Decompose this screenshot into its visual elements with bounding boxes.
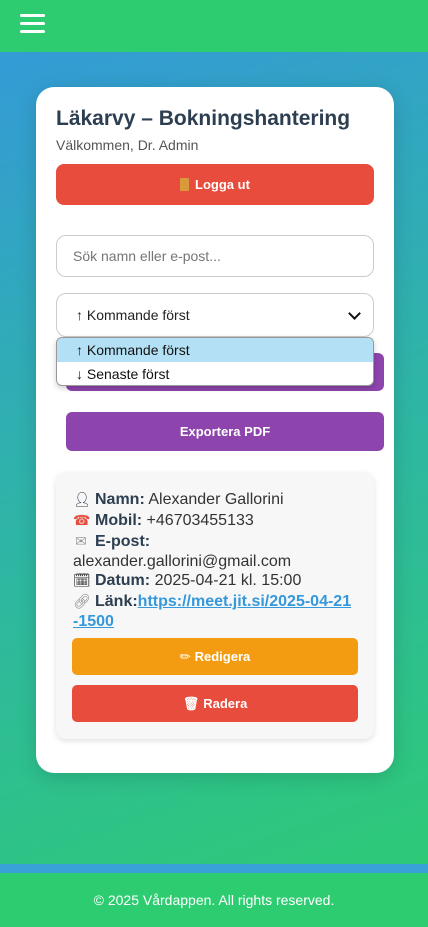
export-pdf-button[interactable]: Exportera PDF — [66, 412, 384, 451]
page-title: Läkarvy – Bokningshantering — [56, 107, 351, 130]
email-value: alexander.gallorini@gmail.com — [73, 553, 292, 570]
calendar-icon: 🗓︎ — [73, 572, 91, 588]
date-row: 🗓︎ Datum: 2025-04-21 kl. 15:00 — [73, 572, 302, 589]
footer-text: © 2025 Vårdappen. All rights reserved. — [93, 892, 335, 908]
top-bar — [0, 0, 428, 52]
sort-selected-value: ↑ Kommande först — [76, 307, 190, 323]
envelope-icon: ✉︎ — [75, 533, 87, 549]
main-card: Läkarvy – Bokningshantering Välkommen, D… — [36, 87, 394, 773]
phone-row: ☎︎ Mobil: +46703455133 — [73, 512, 254, 529]
delete-button[interactable]: 🗑︎ Radera — [72, 685, 358, 722]
link-row: 🔗︎ Länk:https://meet.jit.si/2025-04-21 -15… — [73, 593, 352, 630]
pencil-icon: ✏︎ — [179, 648, 191, 664]
sort-option-upcoming[interactable]: ↑ Kommande först — [57, 338, 373, 362]
logout-label: Logga ut — [195, 177, 250, 192]
sort-select[interactable]: ↑ Kommande först — [56, 293, 374, 337]
hamburger-icon[interactable] — [20, 12, 46, 36]
edit-button[interactable]: ✏︎ Redigera — [72, 638, 358, 675]
trash-icon: 🗑︎ — [182, 695, 200, 711]
door-icon — [180, 178, 190, 191]
chevron-down-icon — [348, 306, 361, 320]
welcome-text: Välkommen, Dr. Admin — [56, 137, 199, 153]
sort-option-latest[interactable]: ↓ Senaste först — [57, 362, 373, 385]
logout-button[interactable]: Logga ut — [56, 164, 374, 205]
search-input[interactable] — [56, 235, 374, 277]
footer-stripe — [0, 864, 428, 873]
footer: © 2025 Vårdappen. All rights reserved. — [0, 873, 428, 927]
person-icon: 👤︎ — [73, 491, 91, 507]
phone-icon: ☎︎ — [73, 512, 91, 528]
booking-card: 👤︎ Namn: Alexander Gallorini ☎︎ Mobil: +46… — [56, 472, 374, 739]
name-row: 👤︎ Namn: Alexander Gallorini — [73, 491, 284, 508]
link-icon: 🔗︎ — [73, 593, 91, 609]
email-row: ✉︎ E-post: alexander.gallorini@gmail.com — [73, 533, 292, 570]
sort-dropdown: ↑ Kommande först ↓ Senaste först — [56, 337, 374, 386]
